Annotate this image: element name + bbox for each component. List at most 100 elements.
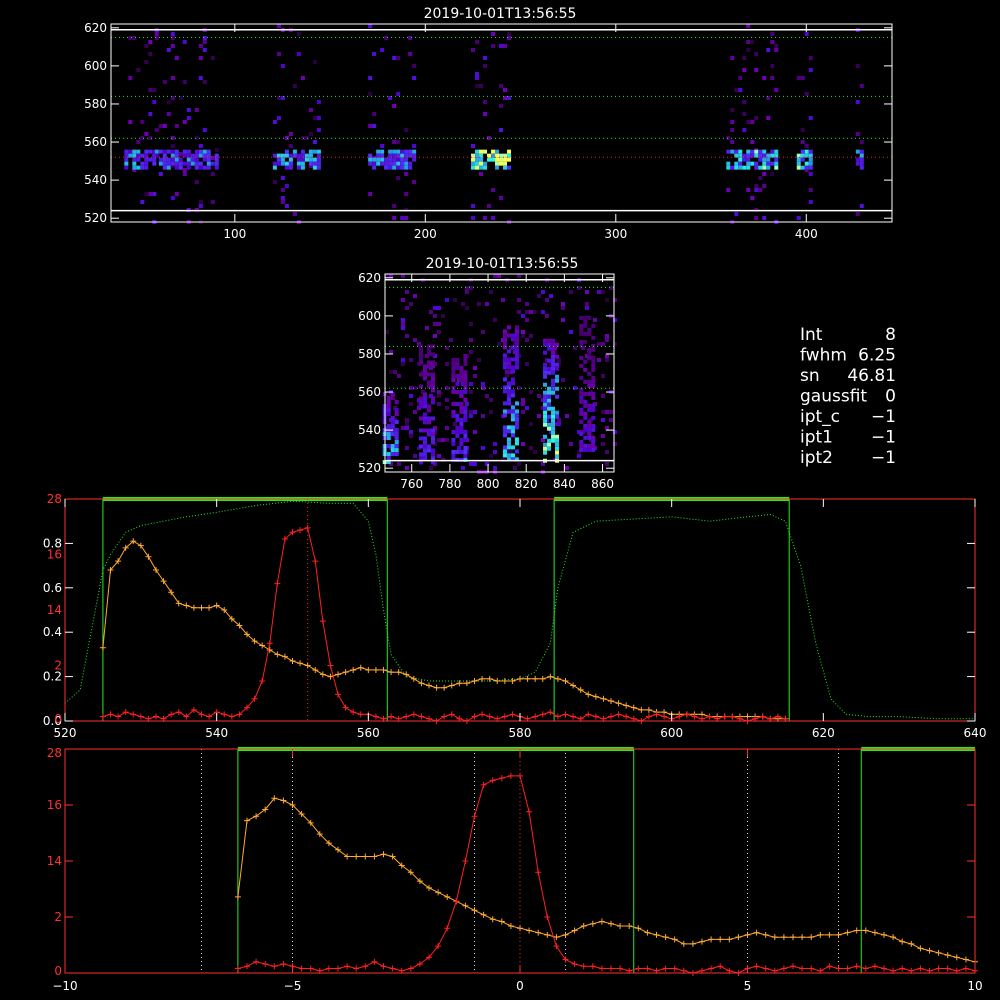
heatmap-pixel: [514, 401, 519, 406]
heatmap-pixel: [529, 422, 533, 426]
heatmap-pixel: [214, 165, 219, 170]
heatmap-pixel: [489, 454, 493, 458]
heatmap-pixel: [583, 447, 588, 452]
heatmap-pixel: [495, 165, 500, 170]
heatmap-pixel: [551, 422, 556, 427]
heatmap-pixel: [132, 165, 137, 170]
heatmap-pixel: [372, 112, 377, 116]
heatmap-pixel: [300, 161, 305, 166]
heatmap-pixel: [506, 445, 511, 450]
heatmap-pixel: [543, 442, 548, 447]
heatmap-pixel: [368, 124, 373, 128]
heatmap-pixel: [433, 322, 437, 326]
heatmap-pixel: [392, 140, 397, 144]
heatmap-pixel: [473, 410, 477, 414]
heatmap-pixel: [392, 157, 397, 162]
heatmap-pixel: [800, 128, 805, 132]
heatmap-pixel: [754, 184, 759, 188]
heatmap-pixel: [174, 149, 179, 154]
heatmap-pixel: [430, 440, 435, 445]
heatmap-pixel: [166, 161, 171, 166]
heatmap-pixel: [276, 161, 281, 166]
heatmap-pixel: [483, 161, 488, 166]
heatmap-pixel: [437, 306, 441, 310]
heatmap-pixel: [491, 44, 496, 48]
heatmap-pixel: [170, 196, 175, 200]
heatmap-pixel: [506, 393, 511, 398]
secondary-tick-label: 0: [54, 712, 62, 726]
orange-series-marker: [615, 700, 622, 707]
orange-series-marker: [435, 889, 442, 896]
red-series-marker: [462, 858, 469, 864]
heatmap-pixel: [148, 192, 153, 196]
heatmap-pixel: [591, 407, 596, 412]
heatmap-pixel: [742, 165, 747, 170]
heatmap-pixel: [587, 427, 592, 432]
heatmap-pixel: [426, 408, 431, 413]
heatmap-pixel: [491, 157, 496, 162]
heatmap-pixel: [479, 165, 484, 170]
heatmap-pixel: [280, 176, 285, 180]
heatmap-pixel: [510, 393, 515, 398]
heatmap-pixel: [730, 165, 735, 170]
heatmap-pixel: [148, 157, 153, 162]
x-tick-label: −10: [52, 979, 77, 993]
orange-series-marker: [626, 922, 633, 929]
secondary-tick-label: 2: [54, 659, 62, 673]
red-series-marker: [623, 713, 630, 720]
heatmap-pixel: [386, 404, 391, 409]
heatmap-pixel: [502, 337, 507, 342]
heatmap-pixel: [430, 396, 435, 401]
orange-series-marker: [908, 940, 915, 947]
heatmap-pixel: [533, 450, 537, 454]
heatmap-pixel: [483, 165, 488, 170]
heatmap-pixel: [394, 440, 399, 445]
red-series-marker: [280, 961, 287, 968]
heatmap-pixel: [463, 369, 468, 374]
red-series-marker: [175, 709, 182, 716]
velocity-spectrum-panel: −10 −5 0 5 10 0 2 14 16 28: [47, 746, 983, 993]
heatmap-pixel: [388, 157, 393, 162]
heatmap-pixel: [770, 76, 775, 80]
orange-series-marker: [844, 929, 851, 936]
heatmap-pixel: [144, 44, 149, 48]
heatmap-pixel: [124, 157, 129, 162]
heatmap-pixel: [210, 161, 215, 166]
orange-series-marker: [881, 931, 887, 938]
orange-series-marker: [441, 684, 448, 691]
info-label: ipt1: [800, 428, 833, 448]
heatmap-pixel: [730, 120, 735, 124]
heatmap-pixel: [754, 161, 759, 166]
heatmap-pixel: [166, 165, 171, 170]
heatmap-pixel: [124, 161, 129, 166]
red-series-marker: [862, 965, 869, 972]
heatmap-pixel: [393, 370, 397, 374]
heatmap-pixel: [754, 216, 759, 220]
red-series-marker: [380, 963, 387, 970]
heatmap-pixel: [409, 434, 413, 438]
heatmap-pixel: [503, 165, 508, 170]
heatmap-pixel: [380, 48, 385, 52]
red-series-marker: [729, 713, 736, 720]
heatmap-pixel: [405, 422, 409, 426]
heatmap-pixel: [162, 161, 167, 166]
heatmap-pixel: [413, 338, 417, 342]
heatmap-pixel: [583, 379, 588, 384]
heatmap-pixel: [579, 339, 584, 344]
heatmap-pixel: [276, 116, 281, 120]
heatmap-pixel: [555, 394, 560, 399]
heatmap-pixel: [514, 425, 519, 430]
red-series-marker: [410, 711, 417, 718]
heatmap-pixel: [170, 144, 175, 148]
heatmap-pixel: [451, 373, 456, 378]
heatmap-pixel: [754, 52, 759, 56]
heatmap-pixel: [569, 330, 573, 334]
orange-series-marker: [726, 936, 733, 943]
red-series-marker: [344, 963, 351, 970]
heatmap-pixel: [394, 444, 399, 449]
heatmap-pixel: [547, 346, 552, 351]
heatmap-pixel: [392, 204, 397, 208]
heatmap-pixel: [859, 149, 864, 154]
heatmap-pixel: [426, 432, 431, 437]
heatmap-pixel: [510, 345, 515, 350]
